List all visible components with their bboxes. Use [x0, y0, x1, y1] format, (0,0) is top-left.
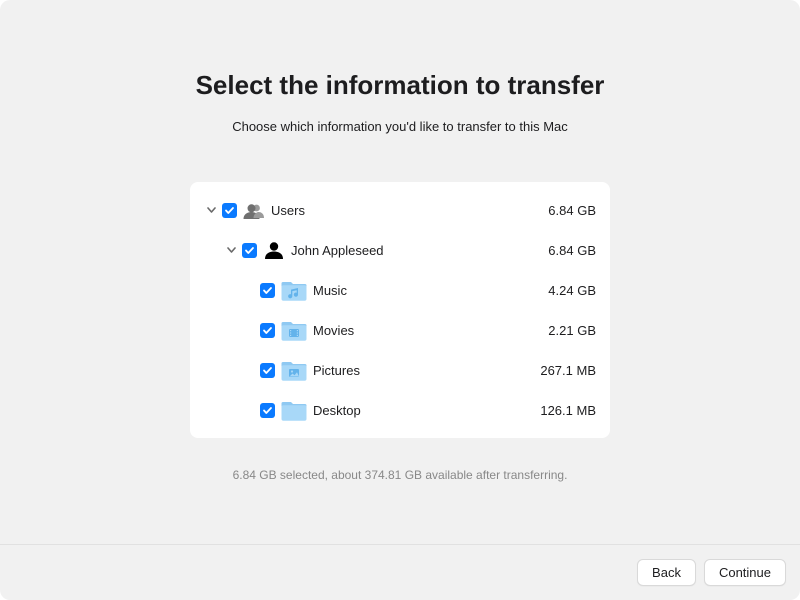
folder-desktop-icon [281, 397, 307, 423]
checkbox-folder[interactable] [260, 283, 275, 298]
user-icon [263, 239, 285, 261]
folder-pictures-icon [281, 357, 307, 383]
checkbox-users[interactable] [222, 203, 237, 218]
page-subtitle: Choose which information you'd like to t… [232, 119, 568, 134]
page-title: Select the information to transfer [196, 70, 605, 101]
tree-label: Movies [313, 323, 354, 338]
users-group-icon [243, 199, 265, 221]
footer-bar: Back Continue [0, 544, 800, 600]
tree-label: Music [313, 283, 347, 298]
folder-music-icon [281, 277, 307, 303]
checkbox-account[interactable] [242, 243, 257, 258]
tree-size: 267.1 MB [516, 363, 596, 378]
tree-row-folder[interactable]: Desktop 126.1 MB [198, 390, 596, 430]
tree-label: Users [271, 203, 305, 218]
checkbox-folder[interactable] [260, 323, 275, 338]
chevron-down-icon[interactable] [206, 205, 216, 215]
tree-label: John Appleseed [291, 243, 384, 258]
folder-movies-icon [281, 317, 307, 343]
selection-status: 6.84 GB selected, about 374.81 GB availa… [233, 468, 568, 482]
tree-size: 126.1 MB [516, 403, 596, 418]
tree-row-folder[interactable]: Movies 2.21 GB [198, 310, 596, 350]
tree-row-account[interactable]: John Appleseed 6.84 GB [198, 230, 596, 270]
checkbox-folder[interactable] [260, 403, 275, 418]
migration-assistant-window: Select the information to transfer Choos… [0, 0, 800, 600]
tree-size: 4.24 GB [516, 283, 596, 298]
tree-row-users[interactable]: Users 6.84 GB [198, 190, 596, 230]
tree-size: 2.21 GB [516, 323, 596, 338]
transfer-tree-panel: Users 6.84 GB John Appleseed 6.84 GB Mus… [190, 182, 610, 438]
back-button[interactable]: Back [637, 559, 696, 586]
tree-row-folder[interactable]: Music 4.24 GB [198, 270, 596, 310]
tree-size: 6.84 GB [516, 243, 596, 258]
checkbox-folder[interactable] [260, 363, 275, 378]
tree-size: 6.84 GB [516, 203, 596, 218]
chevron-down-icon[interactable] [226, 245, 236, 255]
tree-label: Desktop [313, 403, 361, 418]
continue-button[interactable]: Continue [704, 559, 786, 586]
tree-label: Pictures [313, 363, 360, 378]
tree-row-folder[interactable]: Pictures 267.1 MB [198, 350, 596, 390]
